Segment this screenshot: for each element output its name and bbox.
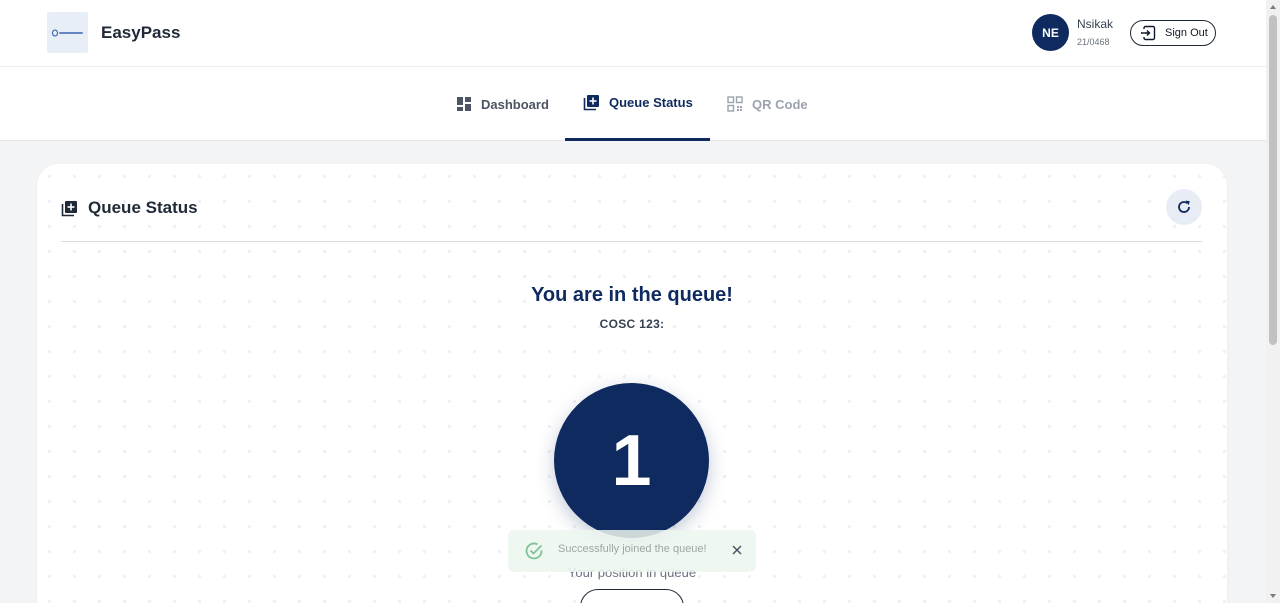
card-title: Queue Status: [88, 198, 198, 217]
card-header: Queue Status: [61, 198, 198, 218]
qr-code-icon: [727, 96, 743, 112]
easypass-logo-icon: [51, 29, 83, 36]
top-header: EasyPass NE Nsikak 21/0468 Sign Out: [0, 0, 1266, 67]
queue-add-icon: [583, 95, 599, 111]
check-circle-icon: [525, 542, 543, 560]
tab-queue-status[interactable]: Queue Status: [565, 67, 710, 141]
scroll-thumb[interactable]: [1269, 15, 1277, 345]
tab-bar: Dashboard Queue Status QR Code: [0, 67, 1266, 141]
user-name: Nsikak: [1077, 17, 1114, 31]
tab-dashboard-label: Dashboard: [481, 96, 549, 112]
scroll-down-arrow[interactable]: [1266, 589, 1280, 603]
close-icon[interactable]: [730, 543, 744, 557]
refresh-icon: [1178, 200, 1190, 213]
scroll-up-arrow[interactable]: [1266, 0, 1280, 14]
queue-add-icon: [61, 200, 77, 216]
queue-headline: You are in the queue!: [531, 284, 733, 306]
leave-queue-button[interactable]: [580, 589, 684, 603]
page-scrollbar[interactable]: [1266, 0, 1280, 603]
card-divider: [61, 241, 1202, 242]
tab-dashboard[interactable]: Dashboard: [456, 67, 549, 141]
tab-qr-code[interactable]: QR Code: [727, 67, 808, 141]
refresh-button[interactable]: [1166, 189, 1202, 225]
toast-message: Successfully joined the queue!: [558, 543, 707, 555]
app-logo[interactable]: [47, 12, 88, 53]
sign-out-button[interactable]: Sign Out: [1130, 20, 1216, 46]
user-id: 21/0468: [1077, 37, 1110, 47]
success-toast: Successfully joined the queue!: [508, 530, 756, 572]
tab-queue-status-label: Queue Status: [609, 95, 693, 110]
course-code: COSC 123:: [599, 317, 665, 331]
chevron-down-icon: [1270, 594, 1276, 598]
queue-position-number: 1: [611, 420, 652, 501]
queue-position-circle: 1: [554, 383, 709, 538]
sign-out-icon: [1141, 25, 1156, 41]
dashboard-icon: [457, 97, 471, 111]
app-title: EasyPass: [101, 23, 181, 42]
sign-out-label: Sign Out: [1165, 27, 1208, 39]
avatar[interactable]: NE: [1032, 14, 1069, 51]
chevron-up-icon: [1270, 5, 1276, 9]
tab-qr-code-label: QR Code: [752, 96, 808, 112]
